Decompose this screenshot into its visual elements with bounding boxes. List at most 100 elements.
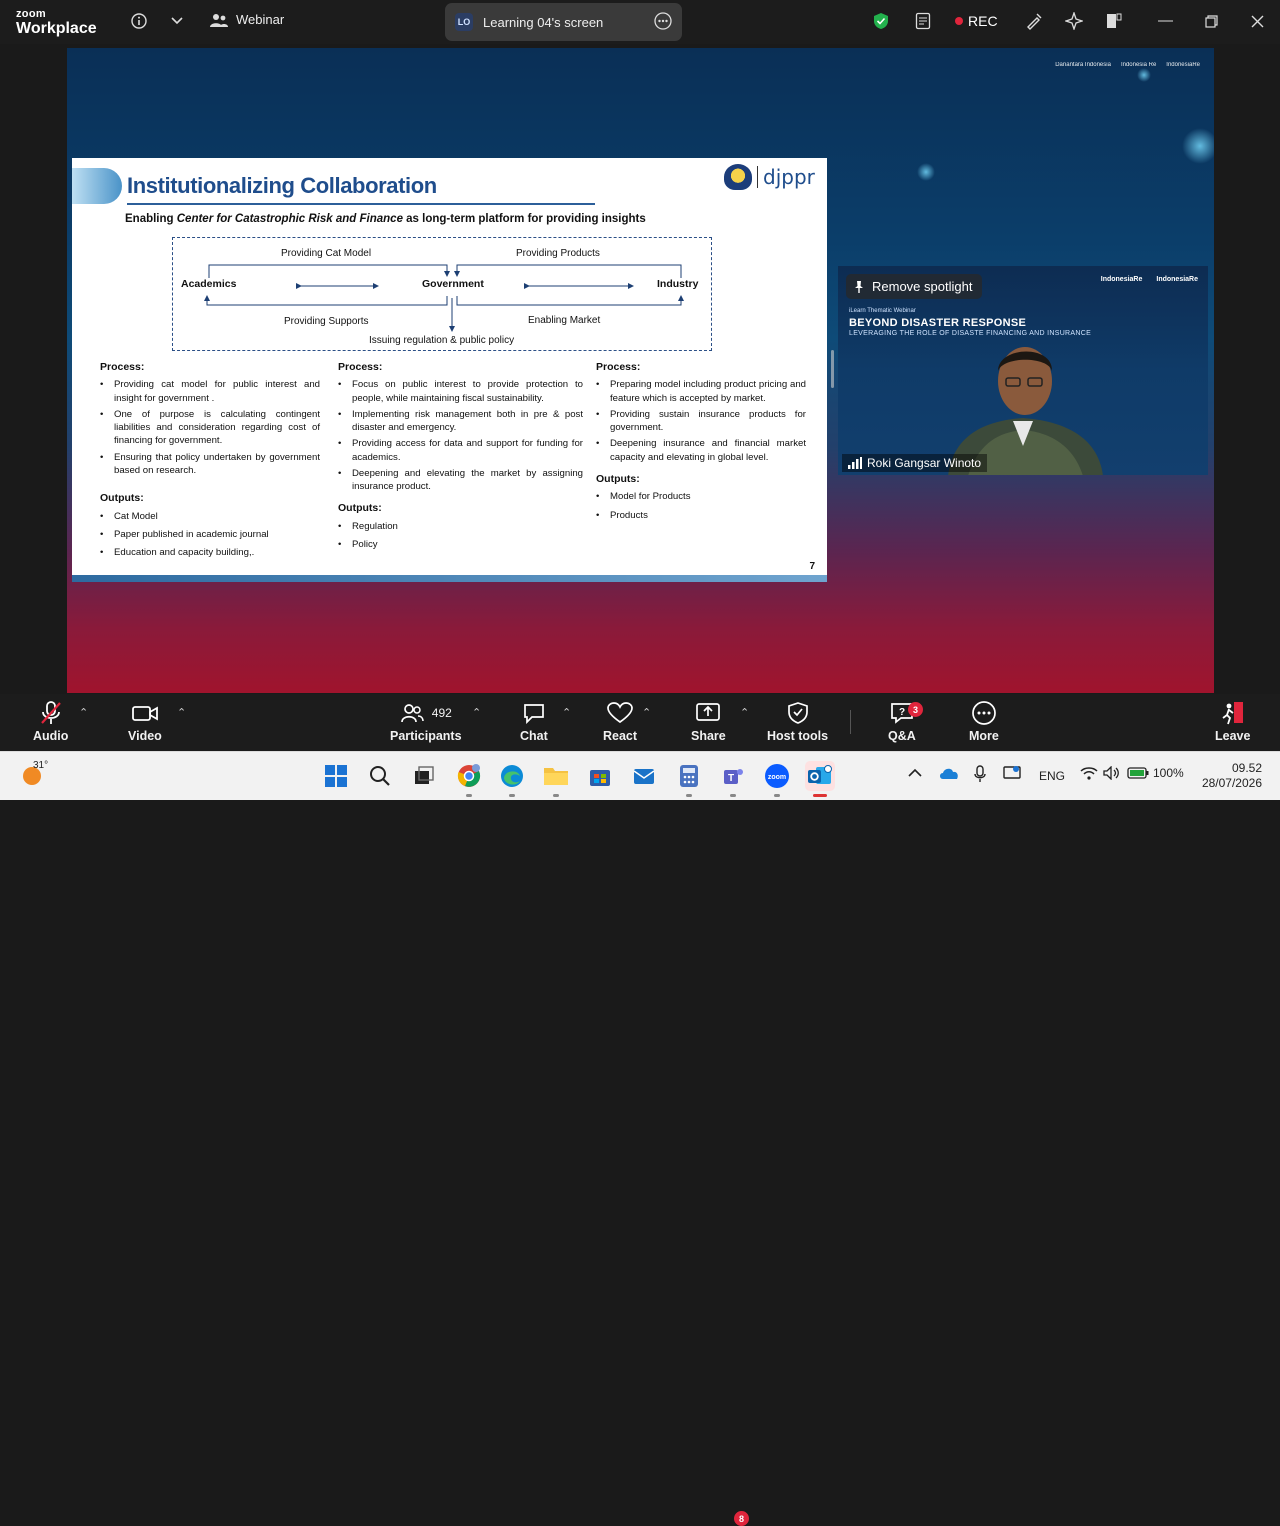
battery-icon <box>1127 767 1149 779</box>
encryption-shield-icon[interactable] <box>870 10 892 32</box>
annotate-icon[interactable] <box>1023 10 1045 32</box>
running-indicator <box>813 794 827 797</box>
search-button[interactable] <box>365 761 395 791</box>
share-label: Share <box>691 729 726 743</box>
battery-percent: 100% <box>1153 766 1184 780</box>
language-indicator[interactable]: ENG <box>1039 769 1065 783</box>
chrome-app[interactable] <box>454 761 484 797</box>
calculator-app[interactable] <box>674 761 704 797</box>
signal-bars-icon <box>848 457 862 469</box>
share-screen-icon <box>695 700 721 726</box>
task-view-button[interactable] <box>409 761 439 791</box>
split-view-handle[interactable] <box>831 350 834 388</box>
teams-app[interactable]: T <box>718 761 748 797</box>
search-icon <box>370 766 390 786</box>
process-heading: Process: <box>596 361 641 373</box>
rec-label: REC <box>968 13 998 29</box>
list-item: Paper published in academic journal <box>100 528 320 541</box>
microphone-muted-icon <box>39 700 63 726</box>
video-options-chevron-icon[interactable]: ⌃ <box>177 706 186 719</box>
chevron-down-icon[interactable] <box>166 10 188 32</box>
leave-button[interactable]: Leave <box>1215 700 1250 743</box>
slide-page-number: 7 <box>809 561 815 572</box>
audio-button[interactable]: Audio <box>33 700 68 743</box>
outlook-new-app[interactable] <box>629 761 659 791</box>
logo-indonesiare: IndonesiaRe <box>1100 276 1143 283</box>
notes-icon[interactable] <box>912 10 934 32</box>
system-clock[interactable]: 09.52 28/07/2026 <box>1202 761 1262 791</box>
zoom-icon: zoom <box>765 764 789 788</box>
host-tools-button[interactable]: Host tools <box>767 700 828 743</box>
start-button[interactable] <box>321 761 351 791</box>
share-chevron-icon[interactable]: ⌃ <box>740 706 749 719</box>
participants-chevron-icon[interactable]: ⌃ <box>472 706 481 719</box>
node-government: Government <box>422 278 484 290</box>
slide-footer-band <box>72 575 827 582</box>
list-item: One of purpose is calculating contingent… <box>100 408 320 448</box>
clock-time: 09.52 <box>1231 761 1262 775</box>
label-issuing-regulation: Issuing regulation & public policy <box>369 335 515 346</box>
more-button[interactable]: More <box>969 700 999 743</box>
video-button[interactable]: Video <box>128 700 162 743</box>
svg-text:T: T <box>728 773 734 784</box>
onedrive-icon[interactable] <box>938 766 960 783</box>
weather-widget[interactable]: 31° <box>20 760 48 791</box>
brand-top: zoom <box>16 8 46 20</box>
process-list: Providing cat model for public interest … <box>100 378 320 477</box>
list-item: Ensuring that policy undertaken by gover… <box>100 451 320 477</box>
recording-indicator[interactable]: REC <box>955 13 998 29</box>
list-item: Regulation <box>338 520 583 533</box>
title-underline <box>127 203 595 205</box>
screen-share-indicator[interactable]: LO Learning 04's screen <box>445 3 682 41</box>
battery-indicator[interactable]: 100% <box>1127 766 1184 780</box>
list-item: Preparing model including product pricin… <box>596 378 806 404</box>
ai-companion-icon[interactable] <box>1063 10 1085 32</box>
edge-app[interactable] <box>497 761 527 797</box>
list-item: Providing access for data and support fo… <box>338 437 583 463</box>
close-icon[interactable] <box>1246 10 1268 32</box>
more-options-icon[interactable] <box>654 11 672 33</box>
chrome-icon <box>457 764 481 787</box>
edge-icon <box>501 765 523 787</box>
display-settings-icon[interactable] <box>1003 765 1021 784</box>
speaker-name: Roki Gangsar Winoto <box>867 456 982 470</box>
running-indicator <box>466 794 472 797</box>
microsoft-store-app[interactable] <box>585 761 615 791</box>
record-dot-icon <box>955 17 963 25</box>
list-item: Cat Model <box>100 510 320 523</box>
logo-divider <box>757 166 758 188</box>
list-item: Deepening insurance and financial market… <box>596 437 806 463</box>
volume-icon[interactable] <box>1103 765 1121 783</box>
teams-icon: T <box>724 769 743 784</box>
info-icon[interactable] <box>128 10 150 32</box>
zoom-app[interactable]: zoom <box>762 761 792 797</box>
view-layout-icon[interactable] <box>1103 10 1125 32</box>
outlook-app[interactable] <box>805 761 835 797</box>
speaker-video-tile[interactable]: IndonesiaRe IndonesiaRe iLearn Thematic … <box>838 266 1208 475</box>
remove-spotlight-button[interactable]: Remove spotlight <box>846 274 983 299</box>
subtitle-part: as long-term platform for providing insi… <box>402 213 646 225</box>
share-button[interactable]: Share <box>691 700 726 743</box>
list-item: Model for Products <box>596 490 806 503</box>
minimize-icon[interactable]: — <box>1158 12 1173 29</box>
microphone-icon[interactable] <box>973 765 987 786</box>
chat-button[interactable]: Chat <box>520 700 548 743</box>
host-tools-label: Host tools <box>767 729 829 743</box>
restore-icon[interactable] <box>1200 10 1222 32</box>
audio-options-chevron-icon[interactable]: ⌃ <box>79 706 88 719</box>
wifi-icon[interactable] <box>1080 766 1098 783</box>
windows-logo-icon <box>325 765 347 787</box>
participants-label: Participants <box>390 729 462 743</box>
title-accent <box>72 168 122 204</box>
svg-text:zoom: zoom <box>768 774 786 781</box>
react-chevron-icon[interactable]: ⌃ <box>642 706 651 719</box>
participants-button[interactable]: 492 Participants <box>390 700 462 743</box>
file-explorer-app[interactable] <box>541 761 571 797</box>
chat-chevron-icon[interactable]: ⌃ <box>562 706 571 719</box>
running-indicator <box>730 794 736 797</box>
show-hidden-icons-chevron-icon[interactable] <box>908 767 922 781</box>
event-series-label: iLearn Thematic Webinar <box>849 308 916 314</box>
react-button[interactable]: React <box>603 700 637 743</box>
chat-icon <box>522 700 546 726</box>
djppr-wordmark: djppr <box>763 165 815 189</box>
